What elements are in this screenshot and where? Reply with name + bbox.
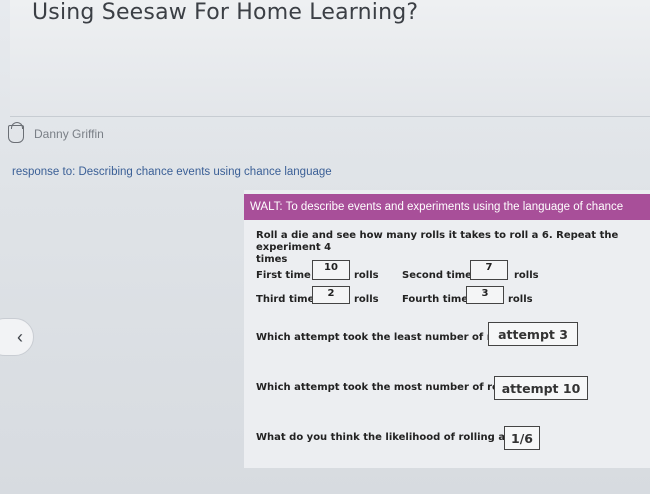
screen: Using Seesaw For Home Learning? Danny Gr…	[0, 0, 650, 494]
author-name[interactable]: Danny Griffin	[34, 127, 104, 141]
divider	[10, 116, 650, 117]
question-most: Which attempt took the most number of ro…	[256, 382, 518, 393]
chevron-left-icon: ‹	[17, 327, 23, 347]
first-time-box[interactable]: 10	[312, 260, 350, 280]
first-time-unit: rolls	[354, 270, 379, 281]
third-time-label: Third time	[256, 294, 315, 305]
page-title: Using Seesaw For Home Learning?	[32, 0, 419, 25]
back-button[interactable]: ‹	[0, 318, 34, 356]
question-least: Which attempt took the least number of r…	[256, 332, 518, 343]
answer-likelihood-box[interactable]: 1/6	[504, 426, 540, 450]
fourth-time-label: Fourth time	[402, 294, 469, 305]
answer-least-box[interactable]: attempt 3	[488, 322, 578, 346]
second-time-unit: rolls	[514, 270, 539, 281]
author-row[interactable]: Danny Griffin	[8, 122, 104, 144]
answer-most-box[interactable]: attempt 10	[494, 376, 588, 400]
avatar-icon	[8, 122, 24, 143]
third-time-unit: rolls	[354, 294, 379, 305]
instruction-line-1: Roll a die and see how many rolls it tak…	[256, 230, 619, 253]
response-label[interactable]: response to: Describing chance events us…	[12, 166, 332, 178]
worksheet: WALT: To describe events and experiments…	[244, 190, 650, 468]
fourth-time-unit: rolls	[508, 294, 533, 305]
fourth-time-box[interactable]: 3	[466, 286, 504, 304]
second-time-box[interactable]: 7	[470, 260, 508, 280]
walt-banner: WALT: To describe events and experiments…	[244, 194, 650, 220]
question-likelihood: What do you think the likelihood of roll…	[256, 432, 535, 443]
first-time-label: First time:	[256, 270, 315, 281]
third-time-box[interactable]: 2	[312, 286, 350, 304]
second-time-label: Second time:	[402, 270, 476, 281]
